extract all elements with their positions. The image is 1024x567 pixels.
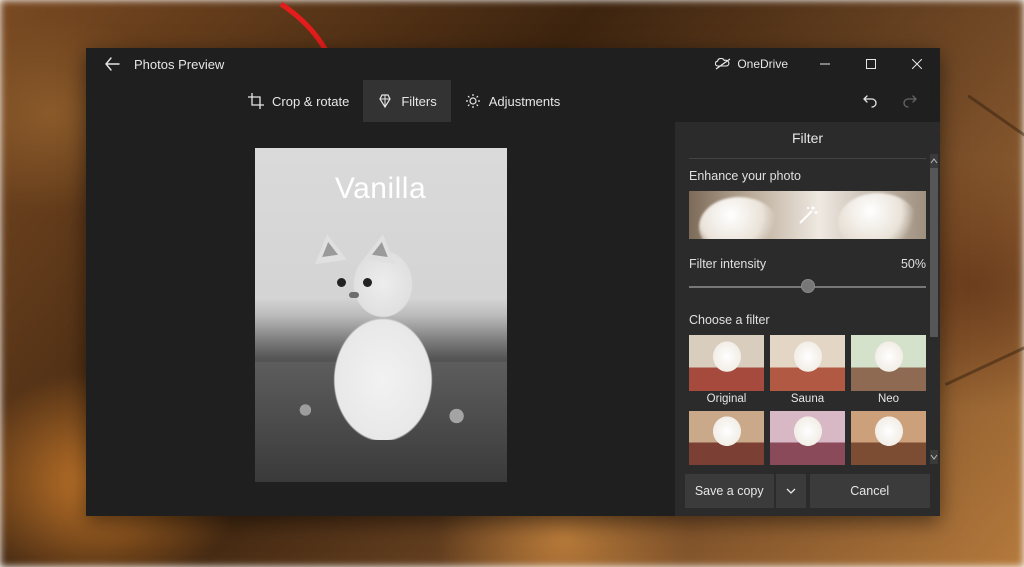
crop-icon [248, 93, 264, 109]
panel-title: Filter [675, 122, 940, 154]
photo-canvas[interactable]: Vanilla [86, 122, 675, 516]
filter-thumbnail [770, 411, 845, 465]
filter-thumbnail [689, 335, 764, 391]
onedrive-label: OneDrive [737, 57, 788, 71]
filter-label: Original [689, 393, 764, 405]
undo-icon [862, 93, 878, 109]
close-icon [912, 59, 922, 69]
filter-label: Neo [851, 393, 926, 405]
cloud-slash-icon [715, 58, 731, 70]
filter-option[interactable] [851, 411, 926, 465]
enhance-button[interactable] [689, 191, 926, 239]
adjustments-icon [465, 93, 481, 109]
intensity-slider[interactable] [689, 275, 926, 299]
close-button[interactable] [894, 48, 940, 80]
filter-option[interactable]: Sauna [770, 335, 845, 405]
panel-actions: Save a copy Cancel [675, 466, 940, 516]
save-button[interactable]: Save a copy [685, 474, 774, 508]
filter-option[interactable] [770, 411, 845, 465]
intensity-label: Filter intensity [689, 257, 766, 271]
redo-button[interactable] [890, 80, 930, 122]
filter-option[interactable] [689, 411, 764, 465]
filter-thumbnail [851, 335, 926, 391]
tab-filters[interactable]: Filters [363, 80, 450, 122]
tab-adjustments-label: Adjustments [489, 94, 561, 109]
scrollbar-up-icon[interactable] [930, 154, 938, 168]
choose-filter-label: Choose a filter [689, 313, 926, 327]
cancel-button-label: Cancel [850, 484, 889, 498]
filter-panel: Filter Enhance your photo Filter intensi… [675, 122, 940, 516]
minimize-button[interactable] [802, 48, 848, 80]
filters-icon [377, 93, 393, 109]
redo-icon [902, 93, 918, 109]
chevron-down-icon [786, 486, 796, 496]
intensity-value: 50% [901, 257, 926, 271]
edit-toolbar: Crop & rotate Filters Adjustments [86, 80, 940, 122]
scrollbar-down-icon[interactable] [930, 450, 938, 464]
minimize-icon [820, 59, 830, 69]
filter-option[interactable]: Original [689, 335, 764, 405]
filter-label: Sauna [770, 393, 845, 405]
filter-thumbnail [770, 335, 845, 391]
titlebar[interactable]: Photos Preview OneDrive [86, 48, 940, 80]
divider [689, 158, 926, 159]
filter-grid: Original Sauna Neo [689, 335, 926, 465]
onedrive-status[interactable]: OneDrive [707, 57, 796, 71]
maximize-button[interactable] [848, 48, 894, 80]
tab-crop-rotate[interactable]: Crop & rotate [234, 80, 363, 122]
scrollbar-thumb[interactable] [930, 168, 938, 337]
back-arrow-icon [104, 56, 120, 72]
photos-preview-window: Photos Preview OneDrive Cr [86, 48, 940, 516]
panel-scrollbar[interactable] [930, 154, 938, 464]
save-button-label: Save a copy [695, 484, 764, 498]
back-button[interactable] [94, 48, 130, 80]
save-split-button: Save a copy [685, 474, 806, 508]
magic-wand-icon [795, 202, 821, 228]
tab-adjustments[interactable]: Adjustments [451, 80, 575, 122]
tab-crop-rotate-label: Crop & rotate [272, 94, 349, 109]
maximize-icon [866, 59, 876, 69]
applied-filter-name: Vanilla [255, 172, 507, 206]
enhance-label: Enhance your photo [689, 169, 926, 183]
filter-option[interactable]: Neo [851, 335, 926, 405]
window-controls [802, 48, 940, 80]
photo-preview: Vanilla [255, 148, 507, 482]
slider-thumb[interactable] [801, 279, 815, 293]
save-dropdown-button[interactable] [776, 474, 806, 508]
filter-thumbnail [851, 411, 926, 465]
tab-filters-label: Filters [401, 94, 436, 109]
app-title: Photos Preview [130, 57, 224, 72]
undo-button[interactable] [850, 80, 890, 122]
filter-thumbnail [689, 411, 764, 465]
panel-scroll[interactable]: Enhance your photo Filter intensity 50% [675, 154, 940, 466]
cancel-button[interactable]: Cancel [810, 474, 931, 508]
